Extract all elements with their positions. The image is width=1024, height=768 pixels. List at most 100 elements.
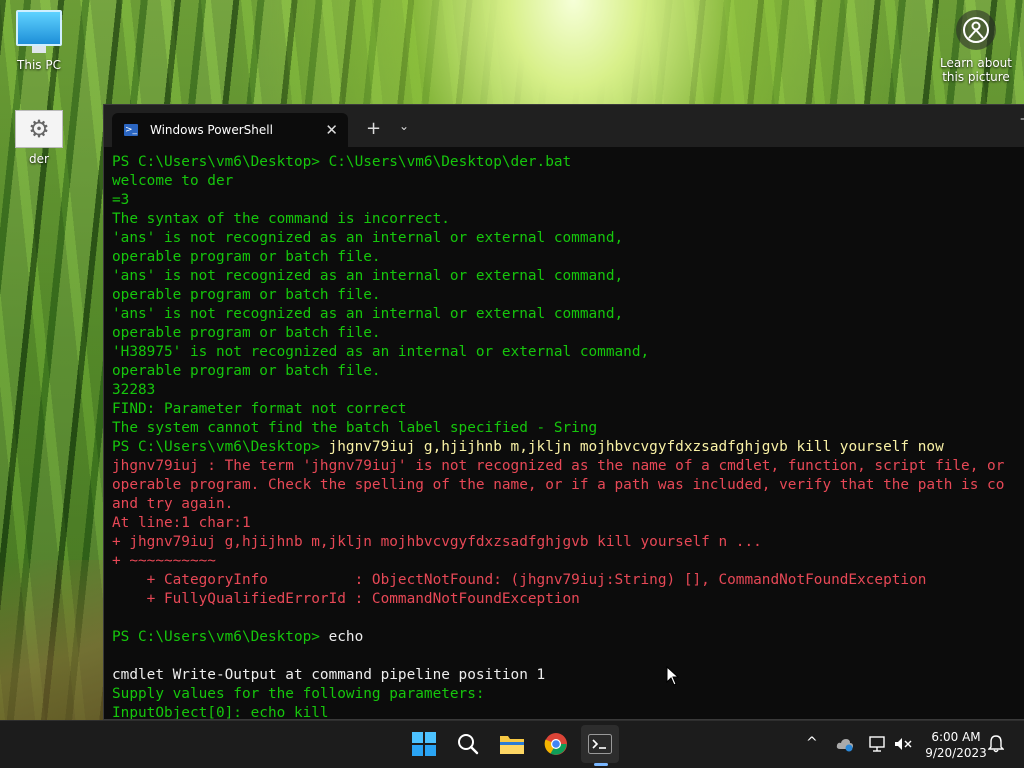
terminal-icon [588,734,612,754]
system-clock[interactable]: 6:00 AM 9/20/2023 [916,729,996,761]
console-text: + jhgnv79iuj g,hjijhnb m,jkljn mojhbvcvg… [112,534,762,550]
console-line: jhgnv79iuj : The term 'jhgnv79iuj' is no… [112,457,1024,476]
tab-title: Windows PowerShell [150,123,273,137]
console-line: The syntax of the command is incorrect. [112,210,1024,229]
windows-logo-icon [412,732,436,756]
powershell-icon: >_ [124,124,138,136]
console-text: At line:1 char:1 [112,515,251,531]
batch-file-gear-icon: ⚙ [15,110,63,148]
folder-icon [500,736,524,754]
console-line: At line:1 char:1 [112,514,1024,533]
console-text: FIND: Parameter format not correct [112,401,407,417]
volume-muted-icon[interactable] [894,736,912,752]
console-text: operable program or batch file. [112,325,381,341]
console-line: 'ans' is not recognized as an internal o… [112,229,1024,248]
console-text: Supply values for the following paramete… [112,686,485,702]
console-line: and try again. [112,495,1024,514]
search-button[interactable] [449,725,487,763]
console-text: The syntax of the command is incorrect. [112,211,450,227]
console-line: 32283 [112,381,1024,400]
onedrive-icon[interactable] [836,736,854,752]
console-text: The system cannot find the batch label s… [112,420,598,436]
console-line: operable program. Check the spelling of … [112,476,1024,495]
terminal-button[interactable] [581,725,619,763]
console-text: jhgnv79iuj : The term 'jhgnv79iuj' is no… [112,458,1005,474]
console-line: operable program or batch file. [112,324,1024,343]
chrome-icon [544,733,567,755]
console-command: C:\Users\vm6\Desktop\der.bat [328,154,572,170]
console-line: PS C:\Users\vm6\Desktop> C:\Users\vm6\De… [112,153,1024,172]
console-command: echo [328,629,364,645]
learn-about-picture[interactable]: Learn about this picture [936,10,1016,84]
console-text: welcome to der [112,173,234,189]
console-line: 'ans' is not recognized as an internal o… [112,267,1024,286]
console-line: + CategoryInfo : ObjectNotFound: (jhgnv7… [112,571,1024,590]
desktop-icon-this-pc[interactable]: This PC [2,10,76,72]
console-prompt: PS C:\Users\vm6\Desktop> [112,629,329,645]
console-line: operable program or batch file. [112,362,1024,381]
new-tab-button[interactable]: + [366,118,381,139]
title-bar[interactable]: >_ Windows PowerShell ✕ + ⌄ — [104,105,1024,147]
chevron-down-icon[interactable]: ⌄ [399,119,409,133]
console-text: cmdlet Write-Output at command pipeline … [112,667,546,683]
console-line: 'ans' is not recognized as an internal o… [112,305,1024,324]
console-line: InputObject[0]: echo kill [112,704,1024,719]
console-text: InputObject[0]: echo kill [112,705,329,719]
console-text: operable program or batch file. [112,287,381,303]
taskbar: ^ 6:00 AM 9/20/2023 [0,720,1024,768]
learn-label-line1: Learn about [940,56,1012,70]
console-text: 'H38975' is not recognized as an interna… [112,344,650,360]
console-text: + CategoryInfo : ObjectNotFound: (jhgnv7… [112,572,927,588]
console-line: PS C:\Users\vm6\Desktop> jhgnv79iuj g,hj… [112,438,1024,457]
console-text: operable program or batch file. [112,363,381,379]
start-button[interactable] [405,725,443,763]
console-text: 'ans' is not recognized as an internal o… [112,230,624,246]
monitor-icon [16,10,62,53]
console-text: operable program. Check the spelling of … [112,477,1005,493]
console-line: welcome to der [112,172,1024,191]
learn-label-line2: this picture [942,70,1010,84]
console-text: operable program or batch file. [112,249,381,265]
search-icon [458,734,479,755]
console-line: Supply values for the following paramete… [112,685,1024,704]
wallpaper-shade [0,560,110,720]
active-app-indicator [594,763,608,766]
console-line: =3 [112,191,1024,210]
console-prompt: PS C:\Users\vm6\Desktop> [112,439,329,455]
minimize-button[interactable]: — [1020,111,1024,127]
console-text: 'ans' is not recognized as an internal o… [112,268,624,284]
tab-windows-powershell[interactable]: >_ Windows PowerShell ✕ [112,113,348,147]
console-line: 'H38975' is not recognized as an interna… [112,343,1024,362]
console-text: 'ans' is not recognized as an internal o… [112,306,624,322]
console-line: cmdlet Write-Output at command pipeline … [112,666,1024,685]
console-text: and try again. [112,496,234,512]
console-line: FIND: Parameter format not correct [112,400,1024,419]
console-output[interactable]: PS C:\Users\vm6\Desktop> C:\Users\vm6\De… [112,153,1024,719]
terminal-window: >_ Windows PowerShell ✕ + ⌄ — PS C:\User… [103,104,1024,720]
console-text: + FullyQualifiedErrorId : CommandNotFoun… [112,591,580,607]
console-line: + jhgnv79iuj g,hjijhnb m,jkljn mojhbvcvg… [112,533,1024,552]
file-explorer-button[interactable] [493,725,531,763]
desktop-icon-der[interactable]: ⚙ der [2,110,76,166]
show-hidden-icons-chevron[interactable]: ^ [806,735,818,751]
chrome-button[interactable] [537,725,575,763]
notification-bell-icon[interactable] [988,735,1004,753]
console-line: PS C:\Users\vm6\Desktop> echo [112,628,1024,647]
console-text: + ~~~~~~~~~~ [112,553,216,569]
console-text: =3 [112,192,130,208]
console-line: The system cannot find the batch label s… [112,419,1024,438]
console-line: operable program or batch file. [112,248,1024,267]
camera-circle-icon [956,10,996,50]
close-icon[interactable]: ✕ [325,121,338,139]
desktop-icon-label: This PC [17,58,61,72]
console-command: jhgnv79iuj g,hjijhnb m,jkljn mojhbvcvgyf… [328,439,944,455]
console-line: + ~~~~~~~~~~ [112,552,1024,571]
console-line: operable program or batch file. [112,286,1024,305]
console-prompt: PS C:\Users\vm6\Desktop> [112,154,329,170]
network-icon[interactable] [868,736,886,752]
clock-date: 9/20/2023 [925,746,987,760]
console-text: 32283 [112,382,156,398]
console-line: + FullyQualifiedErrorId : CommandNotFoun… [112,590,1024,609]
